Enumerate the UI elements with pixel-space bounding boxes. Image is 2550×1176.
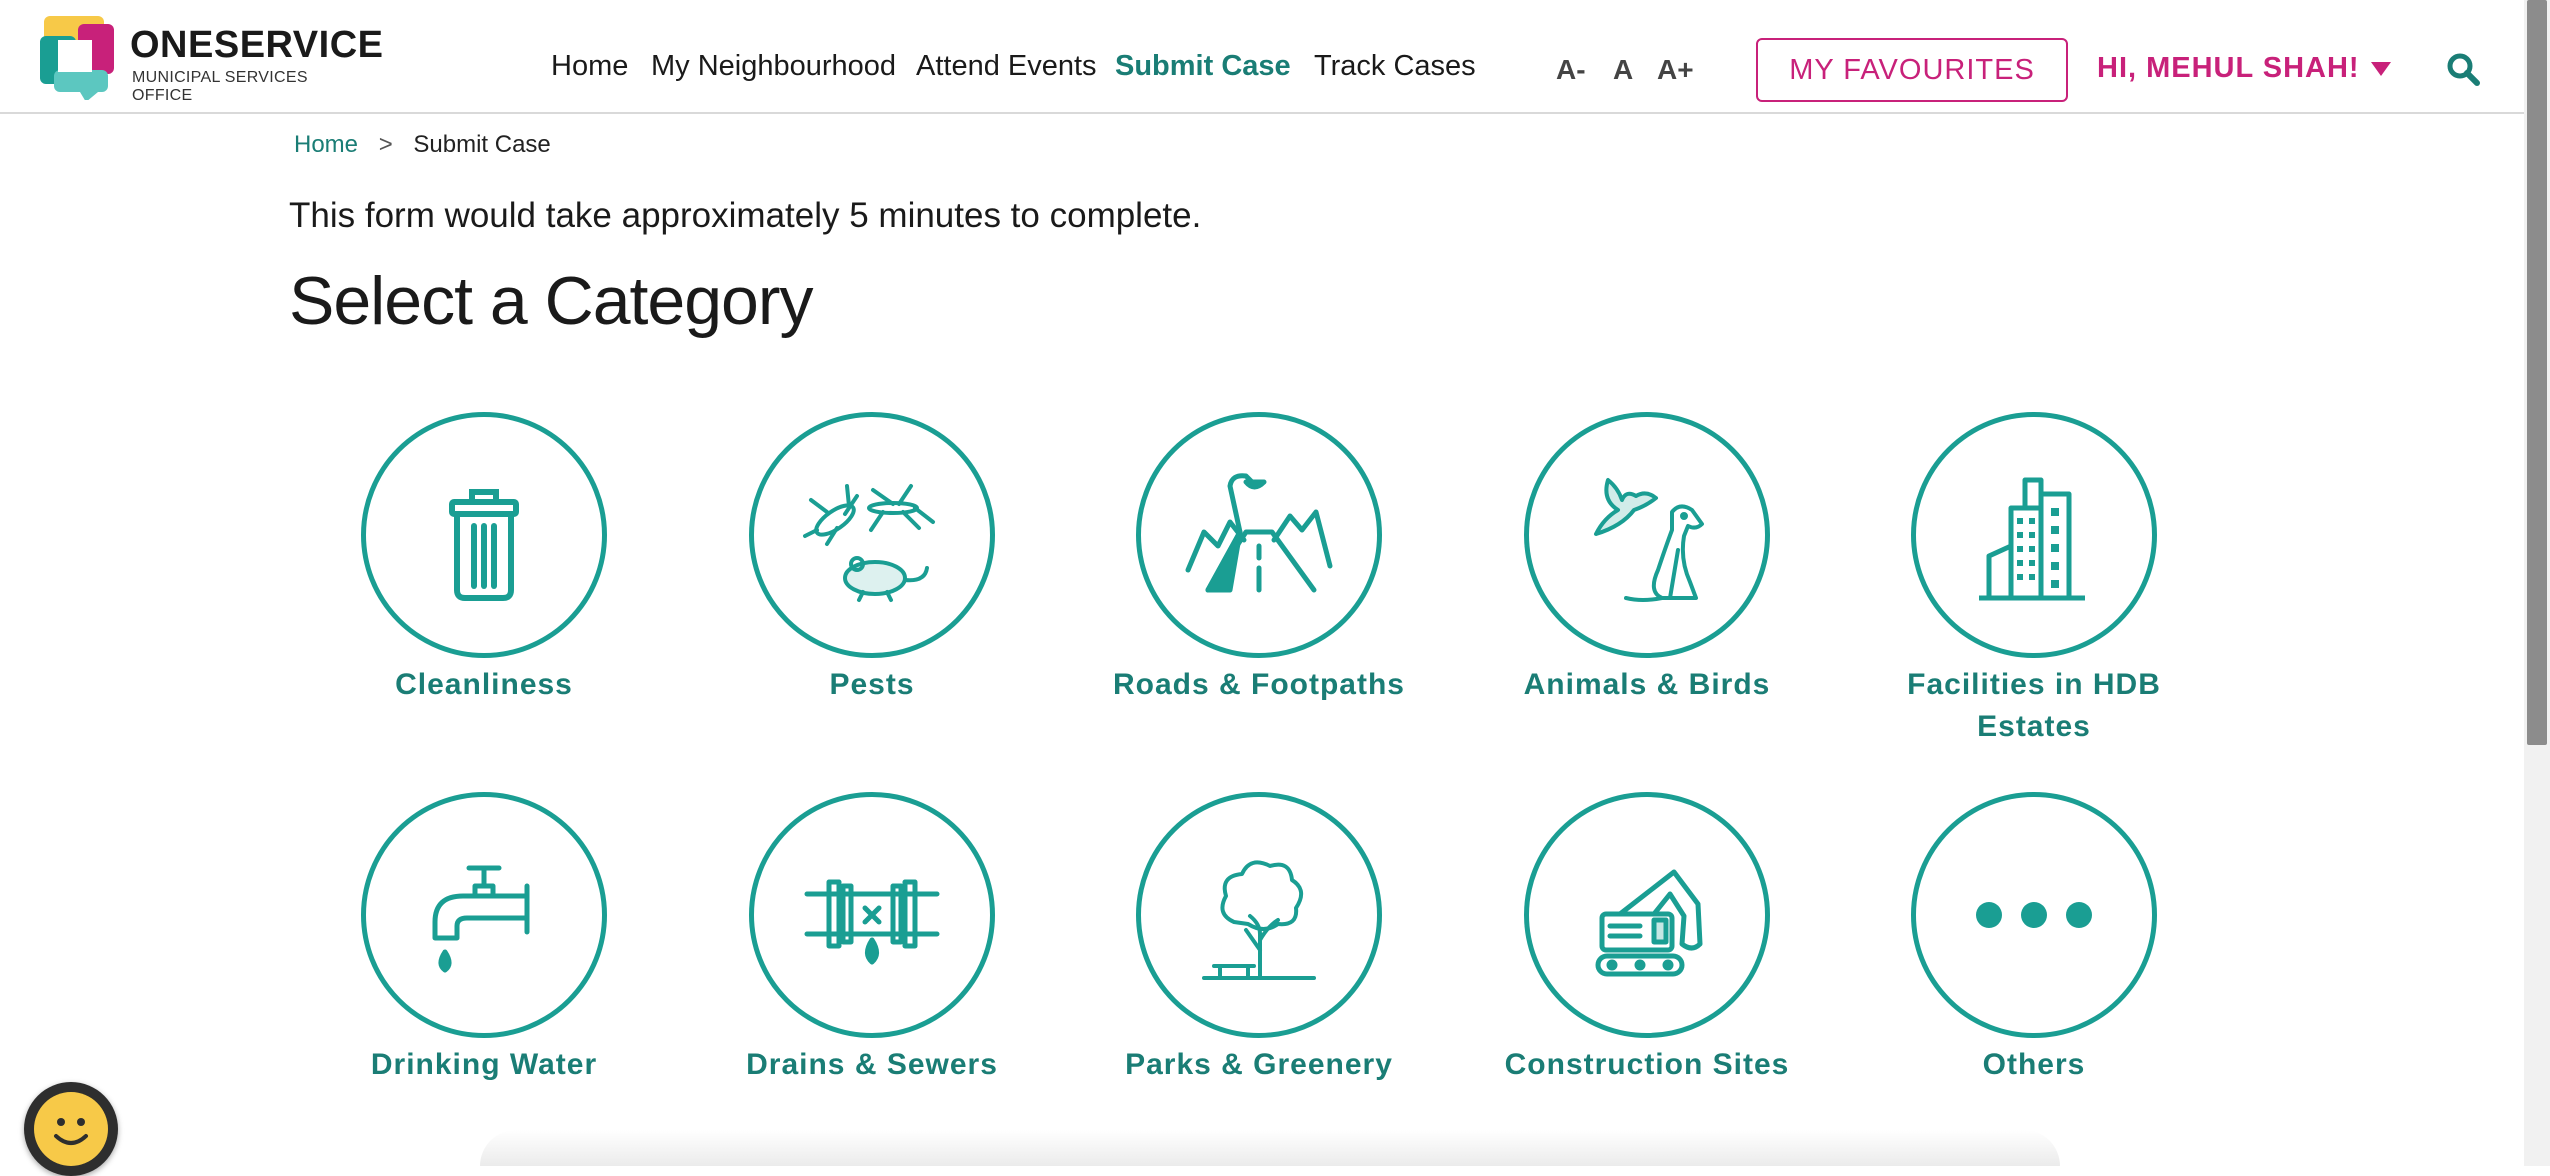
nav-submit-case[interactable]: Submit Case: [1115, 50, 1291, 83]
tree-icon: [1202, 860, 1316, 980]
search-icon[interactable]: [2446, 52, 2480, 86]
oneservice-logo[interactable]: ONESERVICE MUNICIPAL SERVICES OFFICE: [38, 14, 383, 104]
top-header: ONESERVICE MUNICIPAL SERVICES OFFICE Hom…: [0, 0, 2524, 114]
breadcrumb-home-link[interactable]: Home: [294, 131, 358, 158]
page-title: Select a Category: [289, 263, 814, 339]
scrollbar-thumb[interactable]: [2527, 0, 2547, 745]
breadcrumb: Home > Submit Case: [294, 131, 551, 159]
category-circle[interactable]: [361, 412, 607, 658]
category-drains-sewers[interactable]: Drains & Sewers: [707, 792, 1037, 1086]
category-construction-sites[interactable]: Construction Sites: [1482, 792, 1812, 1086]
category-cleanliness[interactable]: Cleanliness: [319, 412, 649, 706]
category-label: Drains & Sewers: [746, 1048, 998, 1081]
road-icon: [1185, 473, 1333, 593]
logo-subtitle: MUNICIPAL SERVICES OFFICE: [132, 69, 308, 104]
category-parks-greenery[interactable]: Parks & Greenery: [1094, 792, 1424, 1086]
category-label: Roads & Footpaths: [1113, 668, 1405, 701]
category-circle[interactable]: [1911, 412, 2157, 658]
my-favourites-button[interactable]: MY FAVOURITES: [1756, 38, 2068, 102]
user-greeting-menu[interactable]: HI, MEHUL SHAH!: [2097, 52, 2360, 85]
category-circle[interactable]: [749, 412, 995, 658]
category-circle[interactable]: [361, 792, 607, 1038]
chat-assistant-button[interactable]: [24, 1082, 118, 1176]
nav-track-cases[interactable]: Track Cases: [1314, 50, 1476, 83]
buildings-icon: [1979, 477, 2085, 601]
category-label: Construction Sites: [1504, 1048, 1790, 1081]
category-label: Cleanliness: [395, 668, 573, 701]
category-label: Pests: [829, 668, 915, 701]
category-label: Animals & Birds: [1523, 668, 1771, 701]
water-tap-icon: [432, 865, 530, 973]
trash-bin-icon: [449, 489, 519, 601]
category-circle[interactable]: [1524, 792, 1770, 1038]
category-others[interactable]: Others: [1869, 792, 2199, 1086]
font-decrease-button[interactable]: A-: [1556, 54, 1586, 86]
excavator-icon: [1595, 869, 1703, 977]
logo-title: ONESERVICE: [130, 24, 384, 66]
caret-down-icon[interactable]: [2371, 62, 2391, 76]
category-circle[interactable]: [1911, 792, 2157, 1038]
category-label: Others: [1982, 1048, 2086, 1081]
category-animals-birds[interactable]: Animals & Birds: [1482, 412, 1812, 706]
font-increase-button[interactable]: A+: [1657, 54, 1694, 86]
pipe-icon: [804, 879, 940, 965]
bottom-panel-edge: [480, 1130, 2060, 1166]
category-drinking-water[interactable]: Drinking Water: [319, 792, 649, 1086]
nav-my-neighbourhood[interactable]: My Neighbourhood: [651, 50, 896, 83]
breadcrumb-current: Submit Case: [413, 131, 551, 158]
category-circle[interactable]: [1136, 412, 1382, 658]
animals-birds-icon: [1594, 478, 1704, 602]
category-label: Parks & Greenery: [1125, 1048, 1393, 1081]
category-label: Facilities in HDB Estates: [1907, 668, 2161, 743]
category-circle[interactable]: [1136, 792, 1382, 1038]
smiley-icon: [34, 1092, 108, 1166]
category-roads-footpaths[interactable]: Roads & Footpaths: [1094, 412, 1424, 706]
nav-home[interactable]: Home: [551, 50, 628, 83]
category-circle[interactable]: [749, 792, 995, 1038]
nav-attend-events[interactable]: Attend Events: [916, 50, 1097, 83]
font-normal-button[interactable]: A: [1613, 54, 1633, 86]
form-duration-note: This form would take approximately 5 min…: [289, 196, 1202, 235]
logo-mark-icon: [40, 16, 114, 100]
breadcrumb-separator: >: [378, 131, 393, 158]
category-label: Drinking Water: [370, 1048, 598, 1081]
pests-icon: [803, 484, 935, 602]
category-facilities-hdb[interactable]: Facilities in HDB Estates: [1869, 412, 2199, 748]
category-pests[interactable]: Pests: [707, 412, 1037, 706]
category-circle[interactable]: [1524, 412, 1770, 658]
more-dots-icon: [1976, 902, 2092, 928]
